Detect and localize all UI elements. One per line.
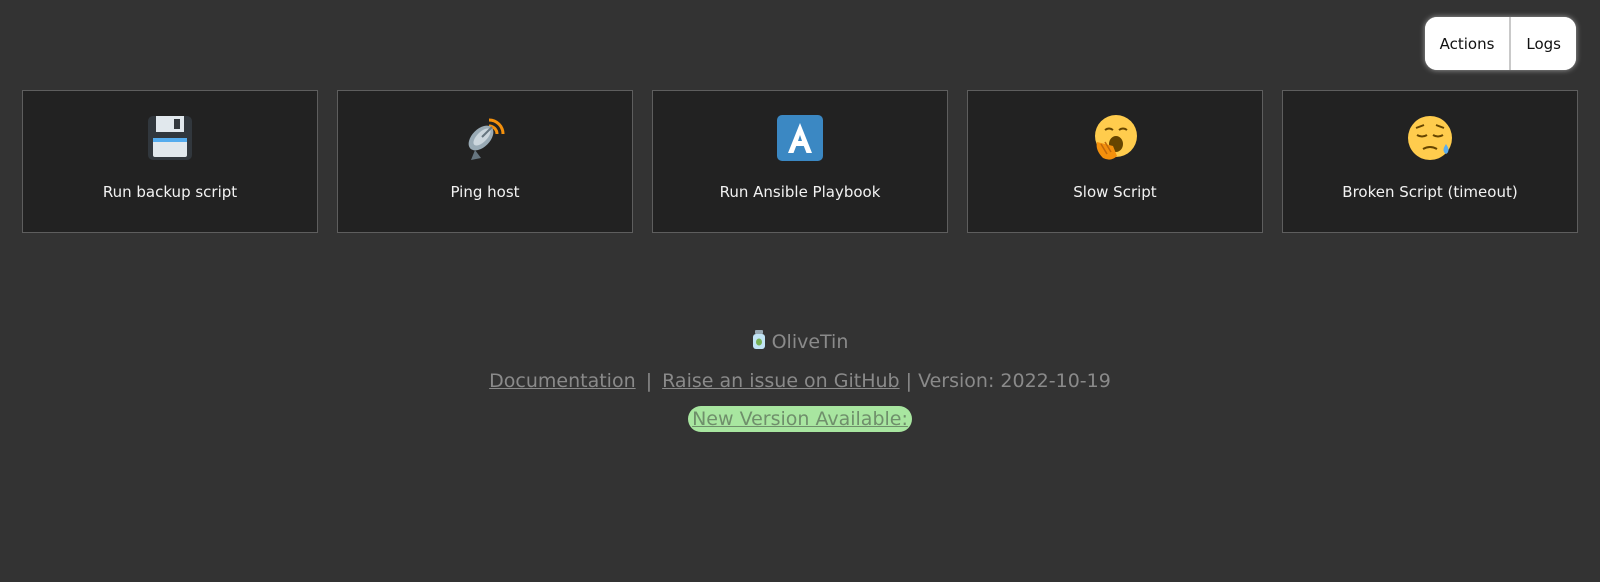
action-broken-script[interactable]: Broken Script (timeout)	[1282, 90, 1578, 233]
olive-jar-icon	[752, 329, 766, 355]
action-title: Run Ansible Playbook	[719, 183, 881, 201]
satellite-antenna-icon	[460, 113, 510, 163]
action-buttons-grid: Run backup script Ping host Run Ansible …	[22, 90, 1578, 233]
action-ping-host[interactable]: Ping host	[337, 90, 633, 233]
action-title: Run backup script	[102, 183, 238, 201]
brand: OliveTin	[0, 328, 1600, 356]
update-wrap: New Version Available:	[0, 406, 1600, 432]
sleepy-face-icon	[1405, 113, 1455, 163]
floppy-disk-icon	[145, 113, 195, 163]
logs-button[interactable]: Logs	[1509, 17, 1576, 70]
ansible-a-icon	[775, 113, 825, 163]
actions-button[interactable]: Actions	[1424, 17, 1510, 70]
footer-links: Documentation | Raise an issue on GitHub…	[0, 370, 1600, 392]
yawning-face-icon	[1090, 113, 1140, 163]
brand-name: OliveTin	[771, 331, 849, 353]
documentation-link[interactable]: Documentation	[489, 370, 635, 392]
action-slow-script[interactable]: Slow Script	[967, 90, 1263, 233]
top-nav: Actions Logs	[1424, 17, 1576, 70]
action-run-backup-script[interactable]: Run backup script	[22, 90, 318, 233]
separator: |	[645, 370, 653, 392]
action-title: Broken Script (timeout)	[1342, 183, 1518, 201]
action-title: Ping host	[450, 183, 520, 201]
action-run-ansible-playbook[interactable]: Run Ansible Playbook	[652, 90, 948, 233]
footer: OliveTin Documentation | Raise an issue …	[0, 328, 1600, 432]
raise-issue-link[interactable]: Raise an issue on GitHub	[662, 370, 899, 392]
version-text: | Version: 2022-10-19	[905, 370, 1111, 392]
action-title: Slow Script	[1073, 183, 1157, 201]
new-version-link[interactable]: New Version Available:	[688, 406, 912, 432]
